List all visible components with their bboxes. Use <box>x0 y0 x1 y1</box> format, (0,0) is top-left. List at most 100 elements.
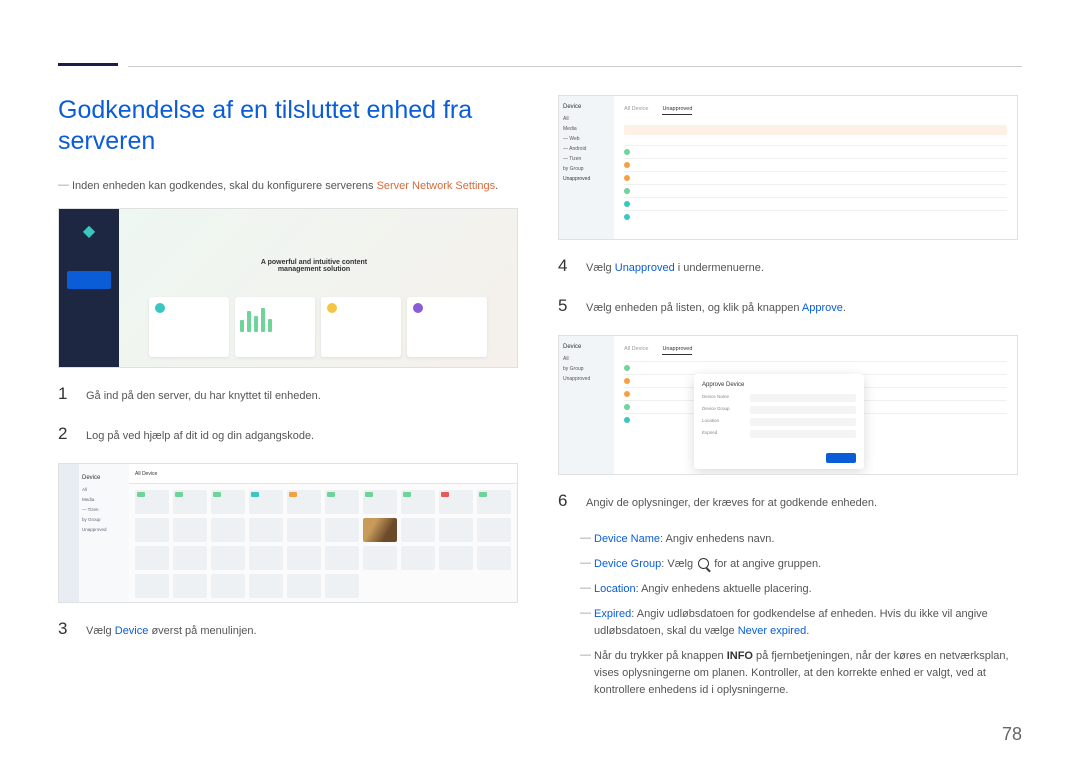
list-row <box>624 145 1007 158</box>
ss2-nav-sidebar: Device All Media — Tizen by Group Unappr… <box>79 464 129 602</box>
sidebar-item: Unapproved <box>82 527 126 532</box>
bullet-highlight: Device Group <box>594 558 661 570</box>
info-banner <box>624 125 1007 135</box>
popup-input <box>750 430 856 438</box>
popup-label: Device Name <box>702 394 744 402</box>
tab-all-device: All Device <box>135 471 157 477</box>
sidebar-item: All <box>563 116 610 122</box>
page-title: Godkendelse af en tilsluttet enhed fra s… <box>58 95 518 158</box>
device-tile <box>363 490 397 514</box>
device-tile <box>325 490 359 514</box>
bullet-highlight: Device Name <box>594 533 660 545</box>
list-row <box>624 197 1007 210</box>
step-text: Vælg Device øverst på menulinjen. <box>86 619 257 641</box>
step-text: Gå ind på den server, du har knyttet til… <box>86 384 321 406</box>
popup-input <box>750 394 856 402</box>
step-number: 2 <box>58 424 72 444</box>
step-number: 1 <box>58 384 72 404</box>
step-text: Log på ved hjælp af dit id og din adgang… <box>86 424 314 446</box>
step-number: 5 <box>558 296 572 316</box>
sub-notes: Device Name: Angiv enhedens navn. Device… <box>558 531 1018 699</box>
pre-note: Inden enheden kan godkendes, skal du kon… <box>58 178 518 195</box>
tab-unapproved: Unapproved <box>662 346 692 355</box>
bullet-device-group: Device Group: Vælg for at angive gruppen… <box>580 556 1018 573</box>
device-tile <box>363 546 397 570</box>
sidebar-item: — Tizen <box>563 156 610 162</box>
ss2-top-tabs: All Device <box>129 464 517 484</box>
status-dot-icon <box>624 162 630 168</box>
sidebar-item: Media <box>82 497 126 502</box>
device-tile <box>325 574 359 598</box>
status-dot-icon <box>624 404 630 410</box>
device-tile <box>477 490 511 514</box>
bullet-highlight: Location <box>594 583 636 595</box>
list-row <box>624 184 1007 197</box>
device-tile <box>135 518 169 542</box>
step-number: 3 <box>58 619 72 639</box>
status-dot-icon <box>624 378 630 384</box>
device-tile <box>135 574 169 598</box>
sidebar-item: — Web <box>563 136 610 142</box>
list-row <box>624 171 1007 184</box>
ss2-far-sidebar <box>59 464 79 602</box>
device-tile <box>249 518 283 542</box>
popup-title: Approve Device <box>702 382 856 388</box>
status-dot-icon <box>624 365 630 371</box>
device-tile <box>287 574 321 598</box>
device-tile <box>211 574 245 598</box>
device-tile <box>211 490 245 514</box>
list-row <box>624 361 1007 374</box>
sidebar-item: Media <box>563 126 610 132</box>
sidebar-item: — Android <box>563 146 610 152</box>
header-accent-bar <box>58 63 118 66</box>
ss1-dashboard-cards <box>149 297 487 357</box>
popup-field-location: Location <box>702 418 856 426</box>
info-strong: INFO <box>727 650 753 662</box>
device-tile <box>211 546 245 570</box>
sidebar-item: All <box>82 487 126 492</box>
device-tile <box>173 490 207 514</box>
step-5: 5 Vælg enheden på listen, og klik på kna… <box>558 296 1018 318</box>
list-row <box>624 158 1007 171</box>
sidebar-item: — Tizen <box>82 507 126 512</box>
status-badge <box>175 492 183 497</box>
step-1: 1 Gå ind på den server, du har knyttet t… <box>58 384 518 406</box>
tab-all-device: All Device <box>624 346 648 355</box>
ss1-main: A powerful and intuitive content managem… <box>119 209 517 367</box>
status-dot-icon <box>624 214 630 220</box>
approve-link-text: Approve <box>802 302 843 314</box>
status-dot-icon <box>624 149 630 155</box>
sidebar-item: Unapproved <box>563 376 610 382</box>
left-column: Godkendelse af en tilsluttet enhed fra s… <box>58 95 518 707</box>
bullet-location: Location: Angiv enhedens aktuelle placer… <box>580 581 1018 598</box>
screenshot-approve-popup: Device All by Group Unapproved All Devic… <box>558 335 1018 475</box>
step-text: Vælg enheden på listen, og klik på knapp… <box>586 296 846 318</box>
tab-all-device: All Device <box>624 106 648 115</box>
popup-field-name: Device Name <box>702 394 856 402</box>
header-divider <box>128 66 1022 67</box>
bullet-highlight: Expired <box>594 608 631 620</box>
status-badge <box>289 492 297 497</box>
step-text: Vælg Unapproved i undermenuerne. <box>586 256 764 278</box>
status-badge <box>479 492 487 497</box>
device-tile <box>135 546 169 570</box>
ss1-card <box>235 297 315 357</box>
ss4-tabs: All Device Unapproved <box>624 340 1007 361</box>
device-tile <box>439 518 473 542</box>
device-tile <box>249 490 283 514</box>
step-3: 3 Vælg Device øverst på menulinjen. <box>58 619 518 641</box>
cyan-dot-icon <box>155 303 165 313</box>
device-tile <box>287 518 321 542</box>
approve-device-popup: Approve Device Device Name Device Group … <box>694 374 864 469</box>
pre-note-text: Inden enheden kan godkendes, skal du kon… <box>72 180 374 192</box>
device-link-text: Device <box>115 625 149 637</box>
ss1-login-button <box>67 271 111 289</box>
sidebar-item: by Group <box>563 366 610 372</box>
ss2-sidebar-title: Device <box>82 475 126 481</box>
device-tile <box>135 490 169 514</box>
popup-label: Location <box>702 418 744 426</box>
sidebar-item-unapproved: Unapproved <box>563 176 610 182</box>
yellow-dot-icon <box>327 303 337 313</box>
device-tile <box>477 546 511 570</box>
screenshot-device-grid: Device All Media — Tizen by Group Unappr… <box>58 463 518 603</box>
